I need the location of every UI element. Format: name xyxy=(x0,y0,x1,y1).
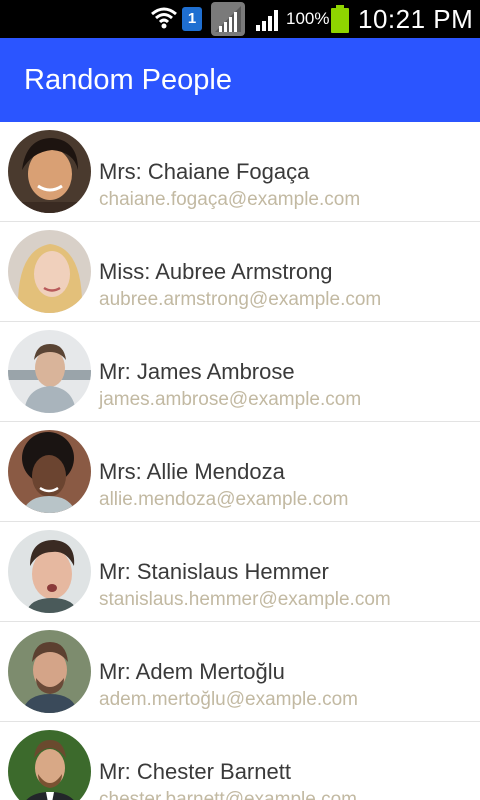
list-item[interactable]: Mr: James Ambrose james.ambrose@example.… xyxy=(0,322,480,422)
status-time: 10:21 PM xyxy=(358,4,474,34)
wifi-icon xyxy=(151,7,177,29)
avatar xyxy=(8,630,91,713)
person-email: chaiane.fogaça@example.com xyxy=(99,189,361,210)
battery-percent: 100% xyxy=(286,9,330,28)
person-name: Mr: James Ambrose xyxy=(99,359,295,384)
people-list[interactable]: Mrs: Chaiane Fogaça chaiane.fogaça@examp… xyxy=(0,122,480,800)
person-name: Miss: Aubree Armstrong xyxy=(99,259,333,284)
person-email: james.ambrose@example.com xyxy=(99,389,362,410)
person-email: allie.mendoza@example.com xyxy=(99,489,349,510)
list-item[interactable]: Miss: Aubree Armstrong aubree.armstrong@… xyxy=(0,222,480,322)
avatar xyxy=(8,130,91,213)
person-email: stanislaus.hemmer@example.com xyxy=(99,589,391,610)
list-item[interactable]: Mrs: Chaiane Fogaça chaiane.fogaça@examp… xyxy=(0,122,480,222)
list-item[interactable]: Mr: Chester Barnett chester.barnett@exam… xyxy=(0,722,480,800)
app-bar: Random People xyxy=(0,38,480,122)
status-bar: 1 100% 10:21 PM xyxy=(0,0,480,38)
battery-icon xyxy=(331,5,349,33)
list-item[interactable]: Mrs: Allie Mendoza allie.mendoza@example… xyxy=(0,422,480,522)
avatar xyxy=(8,330,91,413)
avatar xyxy=(8,530,91,613)
person-name: Mr: Adem Mertoğlu xyxy=(99,659,285,684)
avatar xyxy=(8,430,91,513)
person-email: aubree.armstrong@example.com xyxy=(99,289,382,310)
person-email: chester.barnett@example.com xyxy=(99,789,357,800)
person-email: adem.mertoğlu@example.com xyxy=(99,689,359,710)
avatar xyxy=(8,730,91,800)
sim-icon: 1 xyxy=(182,7,202,31)
list-item[interactable]: Mr: Adem Mertoğlu adem.mertoğlu@example.… xyxy=(0,622,480,722)
person-name: Mrs: Chaiane Fogaça xyxy=(99,159,310,184)
signal-icon xyxy=(256,10,278,31)
list-item[interactable]: Mr: Stanislaus Hemmer stanislaus.hemmer@… xyxy=(0,522,480,622)
avatar xyxy=(8,230,91,313)
person-name: Mr: Chester Barnett xyxy=(99,759,291,784)
signal-empty-icon xyxy=(211,2,245,36)
page-title: Random People xyxy=(24,64,232,96)
person-name: Mr: Stanislaus Hemmer xyxy=(99,559,329,584)
person-name: Mrs: Allie Mendoza xyxy=(99,459,285,484)
